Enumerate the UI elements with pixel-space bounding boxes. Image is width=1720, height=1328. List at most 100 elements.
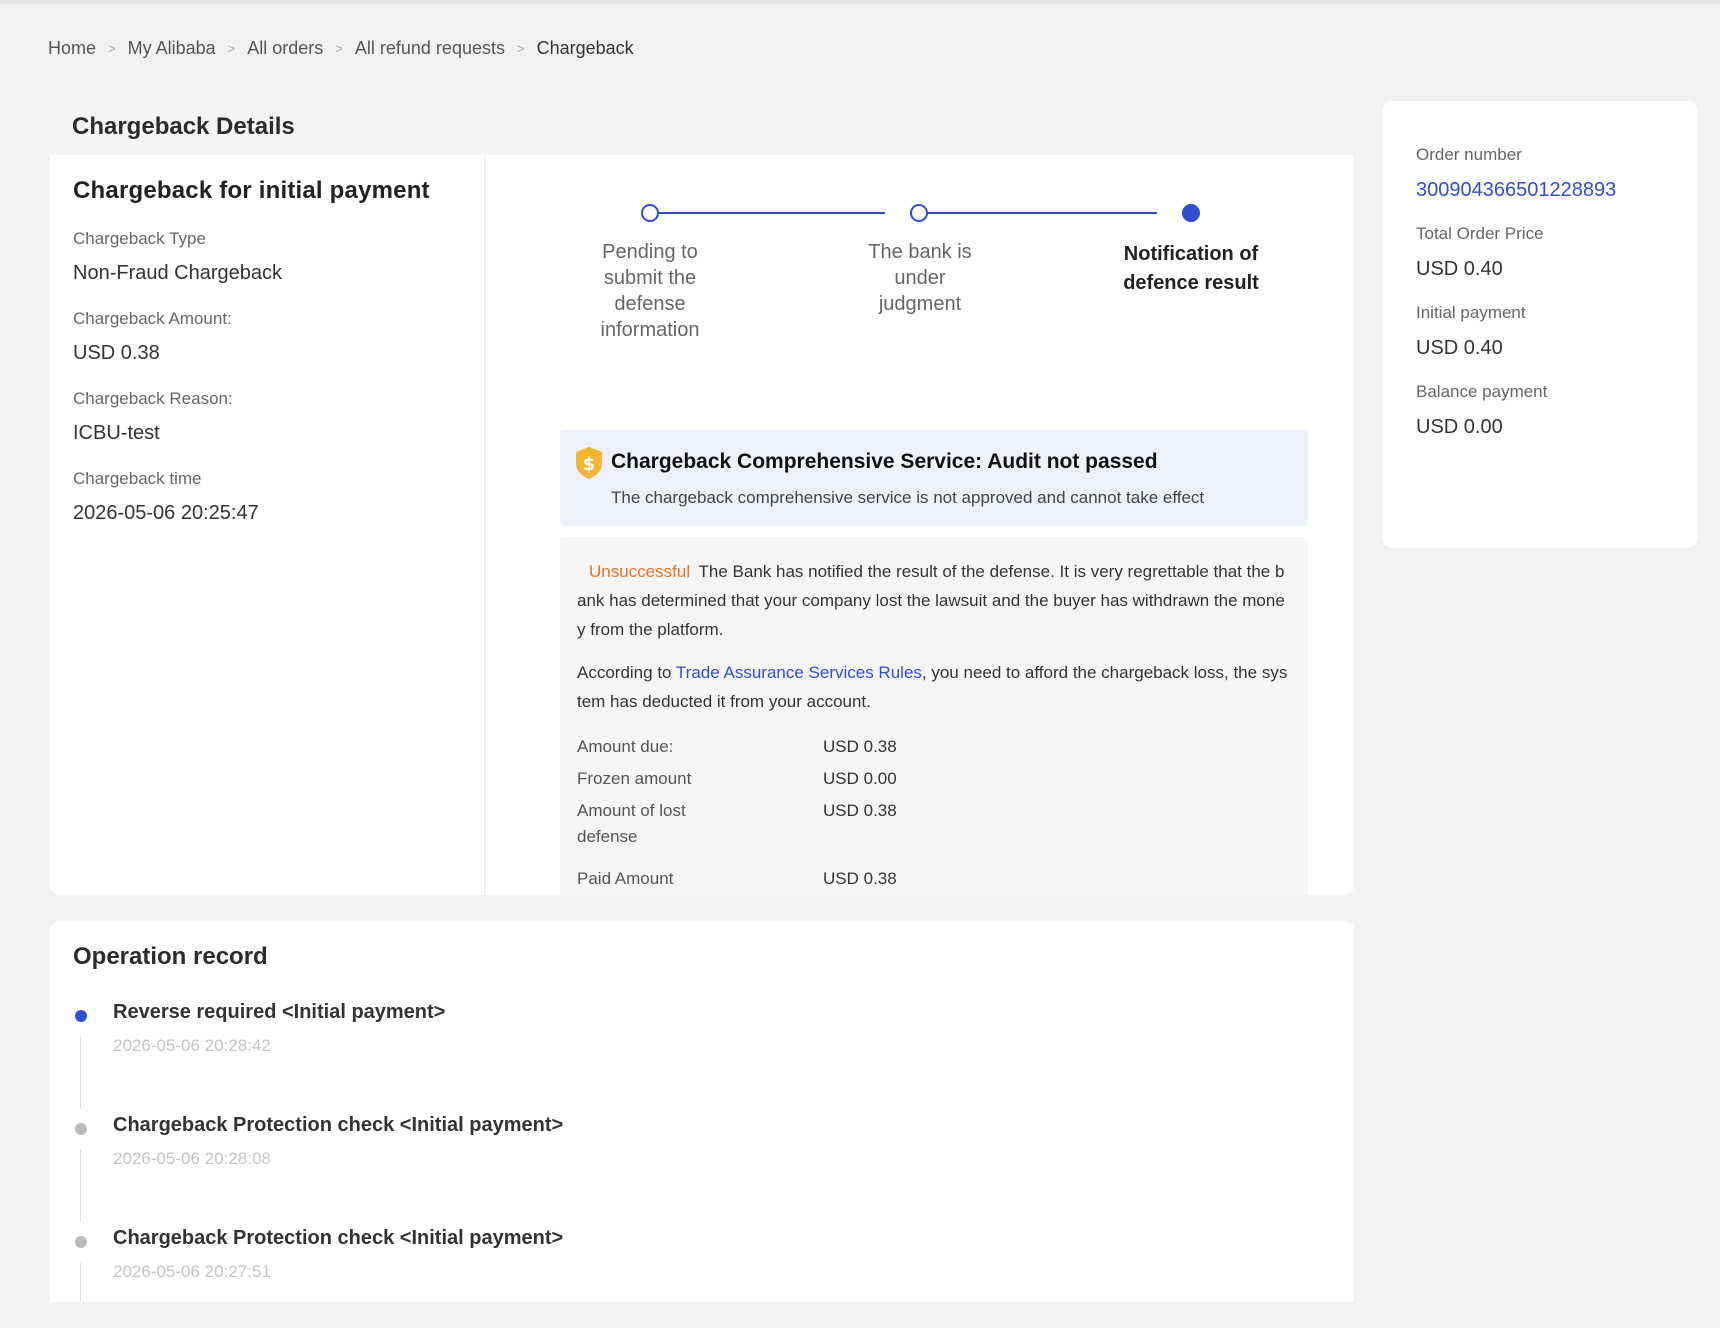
timeline-dot-icon [75, 1010, 87, 1022]
svg-text:$: $ [583, 454, 596, 475]
status-badge: Unsuccessful [589, 562, 691, 581]
chargeback-type-field: Chargeback Type Non-Fraud Chargeback [73, 229, 461, 285]
step-1-dot-icon [641, 204, 659, 222]
breadcrumb: Home > My Alibaba > All orders > All ref… [48, 38, 634, 59]
amount-value: USD 0.00 [823, 769, 897, 788]
total-order-price-field: Total Order Price USD 0.40 [1416, 224, 1664, 281]
breadcrumb-separator: > [227, 41, 236, 56]
progress-stepper: Pending to submit the defense informatio… [486, 155, 1354, 385]
defense-result-box: Unsuccessful The Bank has notified the r… [560, 537, 1308, 895]
step-2-dot-icon [910, 204, 928, 222]
result-message: Unsuccessful The Bank has notified the r… [577, 557, 1291, 644]
timeline-connector [80, 1150, 81, 1222]
step-1-label: Pending to submit the defense informatio… [550, 239, 750, 343]
amount-value: USD 0.38 [823, 801, 897, 820]
timeline-item-time: 2026-05-06 20:27:51 [113, 1262, 271, 1281]
breadcrumb-home[interactable]: Home [48, 38, 96, 59]
service-status-banner: $ Chargeback Comprehensive Service: Audi… [560, 430, 1308, 526]
timeline-item-time: 2026-05-06 20:28:08 [113, 1149, 271, 1168]
timeline-item: Reverse required <Initial payment> 2026-… [73, 1001, 563, 1114]
timeline-item: Chargeback Protection check <Initial pay… [73, 1114, 563, 1227]
step-3-dot-icon [1182, 204, 1200, 222]
trade-assurance-rules-link[interactable]: Trade Assurance Services Rules [676, 663, 922, 682]
balance-payment-field: Balance payment USD 0.00 [1416, 382, 1664, 439]
initial-payment-field: Initial payment USD 0.40 [1416, 303, 1664, 360]
initial-payment-label: Initial payment [1416, 303, 1526, 322]
field-label: Chargeback Type [73, 229, 206, 248]
breadcrumb-separator: > [335, 41, 343, 56]
amount-row: Frozen amount USD 0.00 [577, 766, 1291, 792]
order-summary-card: Order number 300904366501228893 Total Or… [1382, 101, 1698, 548]
step-label-line: judgment [878, 293, 962, 315]
amount-value: USD 0.38 [823, 737, 897, 756]
chargeback-amount-field: Chargeback Amount: USD 0.38 [73, 309, 461, 365]
field-value: USD 0.38 [73, 342, 160, 364]
amount-label: Paid Amount [577, 869, 674, 888]
shield-dollar-icon: $ [576, 447, 602, 479]
timeline-connector [80, 1037, 81, 1109]
amount-table: Amount due: USD 0.38 Frozen amount USD 0… [577, 734, 1291, 892]
balance-payment-value: USD 0.00 [1416, 416, 1503, 438]
breadcrumb-separator: > [516, 41, 525, 56]
field-value: Non-Fraud Chargeback [73, 262, 282, 284]
total-order-price-label: Total Order Price [1416, 224, 1544, 243]
panel-title: Chargeback for initial payment [73, 177, 430, 204]
operation-record-title: Operation record [73, 943, 268, 970]
breadcrumb-my-alibaba[interactable]: My Alibaba [128, 38, 216, 59]
breadcrumb-all-orders[interactable]: All orders [247, 38, 323, 59]
service-status-title: Chargeback Comprehensive Service: Audit … [611, 450, 1158, 473]
rules-notice: According to Trade Assurance Services Ru… [577, 658, 1291, 716]
step-label-line: defence result [1123, 272, 1259, 294]
step-label-line: The bank is [868, 241, 972, 263]
field-value: ICBU-test [73, 422, 160, 444]
operation-record-card: Operation record Reverse required <Initi… [50, 921, 1354, 1328]
breadcrumb-all-refund-requests[interactable]: All refund requests [355, 38, 505, 59]
step-2-label: The bank is under judgment [820, 239, 1020, 317]
step-label-line: submit the [603, 267, 697, 289]
page-bottom-strip [0, 1302, 1720, 1328]
initial-payment-value: USD 0.40 [1416, 337, 1503, 359]
amount-label: Amount due: [577, 737, 674, 756]
step-label-line: Notification of [1123, 243, 1259, 265]
balance-payment-label: Balance payment [1416, 382, 1548, 401]
step-label-line: Pending to [602, 241, 698, 263]
timeline-item-time: 2026-05-06 20:28:42 [113, 1036, 271, 1055]
timeline-dot-icon [75, 1236, 87, 1248]
order-number-link[interactable]: 300904366501228893 [1416, 179, 1616, 201]
chargeback-info-panel: Chargeback for initial payment Chargebac… [50, 155, 485, 895]
field-label: Chargeback Amount: [73, 309, 232, 328]
field-value: 2026-05-06 20:25:47 [73, 502, 259, 524]
step-label-line: under [894, 267, 946, 289]
field-label: Chargeback Reason: [73, 389, 233, 408]
rules-prefix: According to [577, 663, 676, 682]
step-connector [927, 212, 1157, 214]
amount-value: USD 0.38 [823, 869, 897, 888]
total-order-price-value: USD 0.40 [1416, 258, 1503, 280]
step-3-label: Notification of defence result [1091, 240, 1291, 298]
amount-row: Amount of lost defense USD 0.38 [577, 798, 1291, 850]
field-label: Chargeback time [73, 469, 202, 488]
order-number-field: Order number 300904366501228893 [1416, 145, 1664, 202]
amount-label: Amount of lost defense [577, 801, 686, 846]
timeline-dot-icon [75, 1123, 87, 1135]
step-label-line: information [600, 319, 700, 341]
breadcrumb-chargeback: Chargeback [536, 38, 634, 58]
timeline-item-title: Reverse required <Initial payment> [113, 1001, 446, 1023]
breadcrumb-separator: > [108, 41, 116, 56]
chargeback-time-field: Chargeback time 2026-05-06 20:25:47 [73, 469, 461, 525]
step-connector [656, 212, 885, 214]
chargeback-progress-panel: Pending to submit the defense informatio… [486, 155, 1354, 895]
operation-timeline: Reverse required <Initial payment> 2026-… [73, 1001, 563, 1328]
order-number-label: Order number [1416, 145, 1522, 164]
chargeback-details-card: Chargeback Details Chargeback for initia… [50, 98, 1354, 895]
step-label-line: defense [614, 293, 686, 315]
chargeback-reason-field: Chargeback Reason: ICBU-test [73, 389, 461, 445]
amount-row: Amount due: USD 0.38 [577, 734, 1291, 760]
top-border [0, 0, 1720, 4]
timeline-item-title: Chargeback Protection check <Initial pay… [113, 1227, 564, 1249]
service-status-description: The chargeback comprehensive service is … [611, 488, 1205, 507]
amount-label: Frozen amount [577, 769, 692, 788]
amount-row: Paid Amount USD 0.38 [577, 866, 1291, 892]
card-header: Chargeback Details [50, 98, 1354, 155]
timeline-item-title: Chargeback Protection check <Initial pay… [113, 1114, 564, 1136]
